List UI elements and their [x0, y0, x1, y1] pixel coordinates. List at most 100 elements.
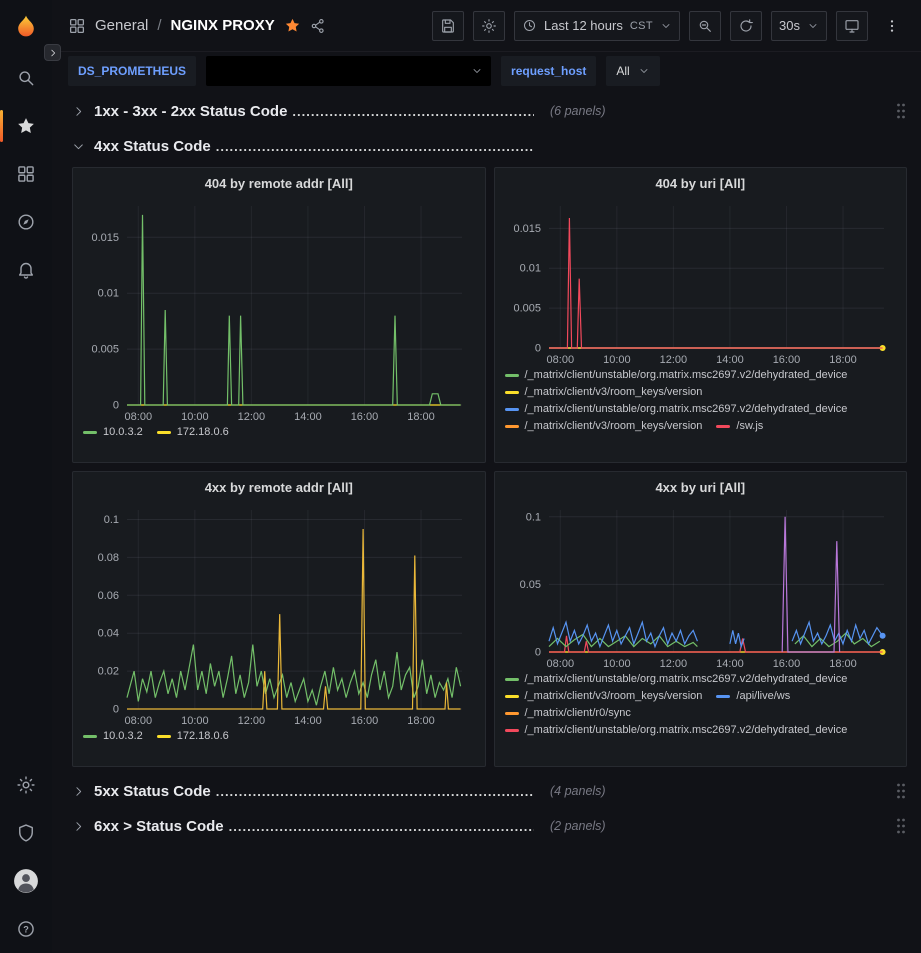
kebab-menu-button[interactable] [877, 11, 907, 41]
legend-item[interactable]: /api/live/ws [716, 690, 790, 702]
apps-grid-icon[interactable] [68, 17, 86, 35]
svg-text:08:00: 08:00 [546, 354, 574, 366]
legend-item[interactable]: /_matrix/client/r0/sync [505, 707, 631, 719]
favorite-star-icon[interactable] [284, 17, 301, 34]
legend-item[interactable]: /_matrix/client/v3/room_keys/version [505, 386, 703, 398]
zoom-out-time-button[interactable] [689, 11, 721, 41]
breadcrumb-section[interactable]: General [95, 17, 148, 34]
dashboard-title[interactable]: NGINX PROXY [171, 17, 275, 34]
chevron-down-icon [471, 65, 483, 77]
grafana-flame-icon [13, 14, 39, 40]
sidebar-item-server-admin[interactable] [0, 809, 52, 857]
legend-series-label: /_matrix/client/v3/room_keys/version [525, 386, 703, 398]
legend-series-color [505, 425, 519, 428]
refresh-interval-value: 30s [779, 18, 800, 33]
svg-text:12:00: 12:00 [238, 411, 266, 423]
sidebar-item-help[interactable]: ? [0, 905, 52, 953]
svg-text:0.01: 0.01 [519, 263, 540, 275]
svg-text:14:00: 14:00 [294, 411, 322, 423]
share-icon[interactable] [310, 18, 326, 34]
sidebar-item-alerting[interactable] [0, 246, 52, 294]
refresh-button[interactable] [730, 11, 762, 41]
timeseries-chart: 00.050.108:0010:0012:0014:0016:0018:00 /… [503, 502, 899, 758]
dashboard-header: General / NGINX PROXY [52, 0, 921, 52]
legend-item[interactable]: 10.0.3.2 [83, 730, 143, 742]
panel-title[interactable]: 4xx by uri [All] [503, 472, 899, 502]
legend-item[interactable]: /sw.js [716, 420, 763, 432]
timeseries-chart: 00.0050.010.01508:0010:0012:0014:0016:00… [81, 198, 477, 454]
row-drag-handle[interactable] [895, 817, 907, 835]
time-range-label: Last 12 hours [544, 18, 623, 33]
star-icon [16, 116, 36, 136]
request-host-variable-value-dropdown[interactable]: All [606, 56, 659, 86]
sidebar-item-configuration[interactable] [0, 761, 52, 809]
datasource-variable-value-dropdown[interactable] [206, 56, 491, 86]
row-header-1xx-3xx-2xx[interactable]: 1xx - 3xx - 2xx Status Code ............… [72, 97, 907, 125]
row-drag-handle[interactable] [895, 782, 907, 800]
sidebar: ? [0, 0, 52, 953]
expand-sidebar-button[interactable] [44, 44, 61, 61]
gear-icon [481, 18, 497, 34]
legend-item[interactable]: 172.18.0.6 [157, 426, 229, 438]
time-range-picker[interactable]: Last 12 hours CST [514, 11, 680, 41]
plot-area[interactable]: 00.050.108:0010:0012:0014:0016:0018:00 [503, 502, 898, 670]
svg-text:18:00: 18:00 [829, 658, 857, 670]
svg-text:0: 0 [534, 647, 540, 659]
sidebar-item-explore[interactable] [0, 198, 52, 246]
sidebar-item-search[interactable] [0, 54, 52, 102]
panel-title[interactable]: 404 by uri [All] [503, 168, 899, 198]
svg-text:0.015: 0.015 [513, 223, 541, 235]
svg-text:0.1: 0.1 [525, 511, 540, 523]
row-header-4xx[interactable]: 4xx Status Code ........................… [72, 132, 907, 160]
svg-text:16:00: 16:00 [772, 354, 800, 366]
legend-series-label: /_matrix/client/unstable/org.matrix.msc2… [525, 673, 848, 685]
sidebar-item-profile[interactable] [0, 857, 52, 905]
svg-text:0: 0 [534, 343, 540, 355]
legend-series-color [505, 729, 519, 732]
legend-series-label: /api/live/ws [736, 690, 790, 702]
legend-item[interactable]: 172.18.0.6 [157, 730, 229, 742]
timeseries-chart: 00.0050.010.01508:0010:0012:0014:0016:00… [503, 198, 899, 454]
panel-title[interactable]: 4xx by remote addr [All] [81, 472, 477, 502]
row-panel-count: (2 panels) [550, 819, 606, 833]
panel-title[interactable]: 404 by remote addr [All] [81, 168, 477, 198]
legend-item[interactable]: 10.0.3.2 [83, 426, 143, 438]
svg-text:10:00: 10:00 [603, 354, 631, 366]
sidebar-item-dashboards[interactable] [0, 150, 52, 198]
legend-series-color [505, 408, 519, 411]
legend-item[interactable]: /_matrix/client/v3/room_keys/version [505, 420, 703, 432]
save-dashboard-button[interactable] [432, 11, 464, 41]
dashboard-settings-button[interactable] [473, 11, 505, 41]
chevron-right-icon [72, 785, 85, 798]
panel-grid: 404 by remote addr [All] 00.0050.010.015… [72, 167, 907, 767]
user-avatar [13, 868, 39, 894]
svg-text:08:00: 08:00 [546, 658, 574, 670]
cycle-view-button[interactable] [836, 11, 868, 41]
svg-text:12:00: 12:00 [659, 658, 687, 670]
legend-series-label: /_matrix/client/v3/room_keys/version [525, 690, 703, 702]
legend-item[interactable]: /_matrix/client/unstable/org.matrix.msc2… [505, 673, 848, 685]
row-header-6xx[interactable]: 6xx > Status Code ......................… [72, 812, 907, 840]
panel-4xx-by-uri: 4xx by uri [All] 00.050.108:0010:0012:00… [494, 471, 908, 767]
drag-handle-icon [895, 817, 907, 835]
refresh-icon [738, 18, 754, 34]
kebab-icon [884, 18, 900, 34]
row-header-5xx[interactable]: 5xx Status Code ........................… [72, 777, 907, 805]
row-drag-handle[interactable] [895, 102, 907, 120]
sidebar-item-starred[interactable] [0, 102, 52, 150]
datasource-variable-label[interactable]: DS_PROMETHEUS [68, 56, 196, 86]
svg-text:0: 0 [113, 704, 119, 716]
legend-item[interactable]: /_matrix/client/unstable/org.matrix.msc2… [505, 403, 848, 415]
plot-area[interactable]: 00.020.040.060.080.108:0010:0012:0014:00… [81, 502, 476, 727]
legend-item[interactable]: /_matrix/client/v3/room_keys/version [505, 690, 703, 702]
panel-404-by-uri: 404 by uri [All] 00.0050.010.01508:0010:… [494, 167, 908, 463]
svg-text:0.1: 0.1 [104, 514, 119, 526]
plot-area[interactable]: 00.0050.010.01508:0010:0012:0014:0016:00… [81, 198, 476, 423]
plot-area[interactable]: 00.0050.010.01508:0010:0012:0014:0016:00… [503, 198, 898, 366]
legend-item[interactable]: /_matrix/client/unstable/org.matrix.msc2… [505, 724, 848, 736]
legend-series-color [157, 735, 171, 738]
refresh-interval-dropdown[interactable]: 30s [771, 11, 827, 41]
legend-item[interactable]: /_matrix/client/unstable/org.matrix.msc2… [505, 369, 848, 381]
request-host-variable-label[interactable]: request_host [501, 56, 596, 86]
svg-text:16:00: 16:00 [772, 658, 800, 670]
